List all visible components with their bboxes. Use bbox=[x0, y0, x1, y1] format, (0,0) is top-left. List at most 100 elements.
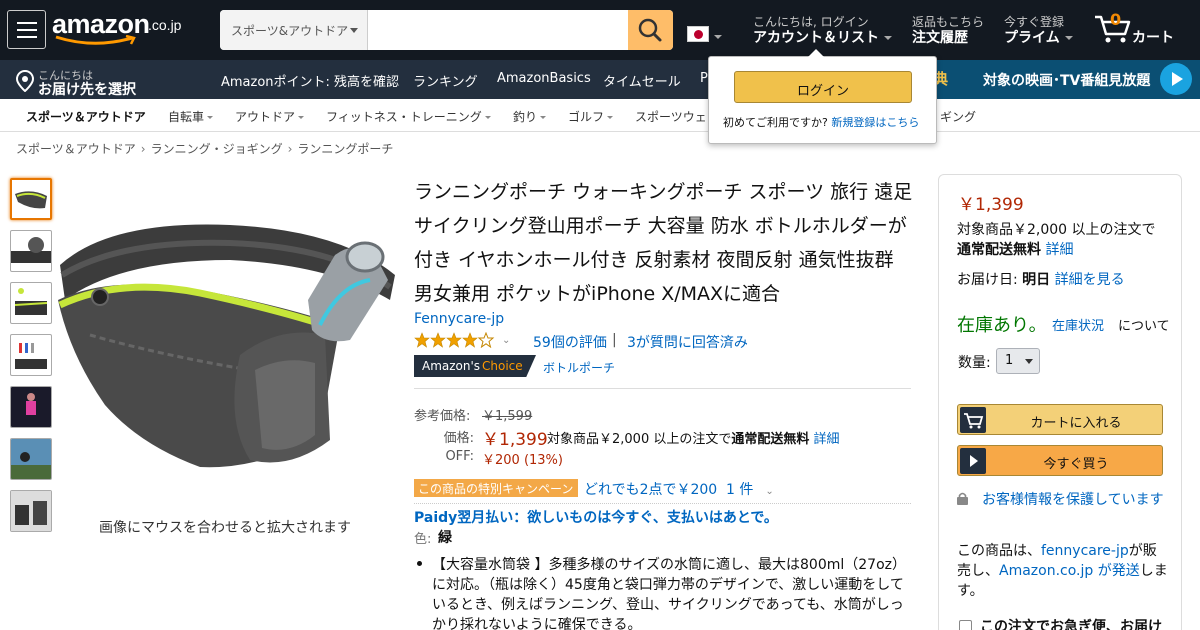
stock-status-link[interactable]: 在庫状況 bbox=[1052, 315, 1104, 334]
fulfillment-link[interactable]: Amazon.co.jp が発送 bbox=[999, 563, 1140, 579]
color-label: 色: bbox=[414, 532, 432, 547]
buy-now-label: 今すぐ買う bbox=[1043, 457, 1109, 472]
breadcrumb-item[interactable]: スポーツ＆アウトドア bbox=[16, 142, 136, 156]
chevron-down-icon bbox=[1064, 36, 1073, 40]
fast-delivery-checkbox[interactable] bbox=[959, 620, 972, 630]
product-main-image[interactable] bbox=[50, 205, 400, 480]
location-pin-icon bbox=[16, 70, 34, 92]
search-input[interactable] bbox=[368, 10, 628, 50]
popover-arrow bbox=[808, 49, 824, 57]
search-category-label: スポーツ&アウトドア bbox=[231, 24, 349, 38]
subnav-item-truncated[interactable]: P bbox=[700, 71, 708, 86]
register-link[interactable]: 新規登録はこちら bbox=[831, 116, 919, 129]
star-rating-icon[interactable] bbox=[414, 332, 496, 348]
product-price: ￥1,399 bbox=[482, 430, 548, 450]
category-fitness[interactable]: フィットネス・トレーニング bbox=[326, 108, 491, 125]
delivery-label: お届け日: bbox=[957, 272, 1018, 288]
divider bbox=[414, 388, 911, 389]
cart-icon-svg bbox=[964, 413, 984, 429]
play-icon bbox=[960, 448, 986, 474]
add-to-cart-button[interactable]: カートに入れる bbox=[957, 404, 1163, 435]
fast-delivery-label: この注文でお急ぎ便、お届け bbox=[980, 619, 1162, 630]
off-label: OFF: bbox=[445, 449, 474, 464]
category-golf[interactable]: ゴルフ bbox=[568, 108, 614, 125]
category-fitness-label: フィットネス・トレーニング bbox=[326, 110, 482, 124]
thumbnail-4[interactable] bbox=[10, 334, 52, 376]
category-jogging[interactable]: ギング bbox=[940, 108, 976, 125]
chevron-down-icon: ⌄ bbox=[765, 486, 774, 497]
category-fishing[interactable]: 釣り bbox=[513, 108, 547, 125]
login-button[interactable]: ログイン bbox=[734, 71, 912, 103]
questions-link[interactable]: 3が質問に回答済み bbox=[627, 332, 748, 352]
timesale-link[interactable]: タイムセール bbox=[603, 71, 681, 90]
search-icon bbox=[638, 18, 662, 42]
brand-link[interactable]: Fennycare-jp bbox=[414, 311, 504, 327]
ranking-link[interactable]: ランキング bbox=[413, 71, 478, 90]
campaign-link[interactable]: どれでも2点で￥200 bbox=[584, 479, 717, 499]
paidy-promo-link[interactable]: Paidy翌月払い：欲しいものは今すぐ、支払いはあとで。 bbox=[414, 507, 778, 527]
thumbnail-1[interactable] bbox=[10, 178, 52, 220]
menu-button[interactable] bbox=[7, 10, 46, 49]
amazon-logo[interactable]: amazon .co.jp bbox=[52, 9, 192, 45]
cart-link[interactable]: カート bbox=[1132, 27, 1174, 47]
add-to-cart-label: カートに入れる bbox=[1030, 416, 1122, 431]
bullet-icon bbox=[417, 561, 422, 566]
pouch-thumbnail-image bbox=[15, 191, 47, 209]
list-price-label: 参考価格: bbox=[414, 409, 471, 424]
thumbnail-2[interactable] bbox=[10, 230, 52, 272]
quantity-select[interactable]: 1 bbox=[996, 348, 1040, 374]
chevron-down-icon bbox=[607, 116, 614, 119]
secure-transaction-link[interactable]: お客様情報を保護しています bbox=[957, 489, 1167, 511]
category-sportswear[interactable]: スポーツウェ bbox=[635, 108, 707, 125]
chevron-down-icon bbox=[298, 116, 305, 119]
buybox-price: ￥1,399 bbox=[958, 195, 1024, 215]
points-link[interactable]: Amazonポイント: 残高を確認 bbox=[221, 71, 399, 90]
feature-bullet: 【大容量水筒袋 】多種多様のサイズの水筒に適し、最大は800ml（27oz）に対… bbox=[432, 557, 907, 630]
list-price: ￥1,599 bbox=[482, 409, 533, 424]
reviews-link[interactable]: 59個の評価 bbox=[533, 332, 607, 352]
search-category-select[interactable]: スポーツ&アウトドア bbox=[220, 10, 368, 50]
category-bicycle[interactable]: 自転車 bbox=[168, 108, 214, 125]
account-list-menu[interactable]: アカウント＆リスト bbox=[753, 27, 892, 47]
pouch-thumbnail-image bbox=[14, 288, 48, 315]
special-campaign-badge: この商品の特別キャンペーン bbox=[414, 479, 578, 497]
thumbnail-3[interactable] bbox=[10, 282, 52, 324]
pouch-thumbnail-image bbox=[15, 343, 47, 369]
thumbnail-6[interactable] bbox=[10, 438, 52, 480]
thumbnail-5[interactable] bbox=[10, 386, 52, 428]
breadcrumb-item[interactable]: ランニング・ジョギング bbox=[151, 142, 283, 156]
buy-now-button[interactable]: 今すぐ買う bbox=[957, 445, 1163, 476]
stock-status: 在庫あり。 bbox=[957, 315, 1047, 336]
delivery-detail-link[interactable]: 詳細を見る bbox=[1055, 272, 1125, 288]
chevron-down-icon[interactable]: ⌄ bbox=[502, 335, 510, 346]
amazonbasics-link[interactable]: AmazonBasics bbox=[497, 71, 591, 86]
choice-category-link[interactable]: ボトルポーチ bbox=[543, 359, 615, 376]
seller-info: この商品は、fennycare-jpが販売し、Amazon.co.jp が発送し… bbox=[957, 541, 1169, 601]
language-flag-icon[interactable] bbox=[687, 26, 709, 42]
seller-link[interactable]: fennycare-jp bbox=[1041, 543, 1129, 559]
play-icon-svg bbox=[970, 455, 978, 467]
shipping-note: 対象商品￥2,000 以上の注文で通常配送無料 詳細 bbox=[547, 428, 840, 447]
breadcrumb-separator: › bbox=[140, 142, 146, 156]
stock-status-tail: について bbox=[1118, 319, 1170, 334]
shipping-detail-link[interactable]: 詳細 bbox=[814, 432, 840, 447]
prime-video-promo[interactable]: 特典 対象の映画･TV番組見放題 bbox=[918, 60, 1200, 99]
buybox-shipping-free: 通常配送無料 詳細 bbox=[957, 239, 1073, 259]
menu-icon-bar bbox=[17, 29, 37, 31]
amazons-choice-badge: Amazon's Choice bbox=[414, 355, 536, 377]
category-fishing-label: 釣り bbox=[513, 110, 538, 124]
search-button[interactable] bbox=[628, 10, 673, 50]
breadcrumb-item[interactable]: ランニングポーチ bbox=[297, 142, 393, 156]
campaign-count-dropdown[interactable]: 1 件 ⌄ bbox=[726, 479, 774, 499]
quantity-value: 1 bbox=[1005, 353, 1014, 368]
prime-menu[interactable]: プライム bbox=[1004, 27, 1073, 47]
buybox-shipping-detail-link[interactable]: 詳細 bbox=[1045, 242, 1073, 258]
thumbnail-7[interactable] bbox=[10, 490, 52, 532]
category-sports-outdoor[interactable]: スポーツ＆アウトドア bbox=[26, 108, 146, 125]
breadcrumb-separator: › bbox=[287, 142, 293, 156]
orders-link[interactable]: 注文履歴 bbox=[912, 27, 968, 47]
category-outdoor[interactable]: アウトドア bbox=[235, 108, 305, 125]
color-value: 緑 bbox=[438, 530, 452, 546]
category-bar: スポーツ＆アウトドア 自転車 アウトドア フィットネス・トレーニング 釣り ゴル… bbox=[0, 99, 1200, 132]
category-bicycle-label: 自転車 bbox=[168, 110, 205, 124]
